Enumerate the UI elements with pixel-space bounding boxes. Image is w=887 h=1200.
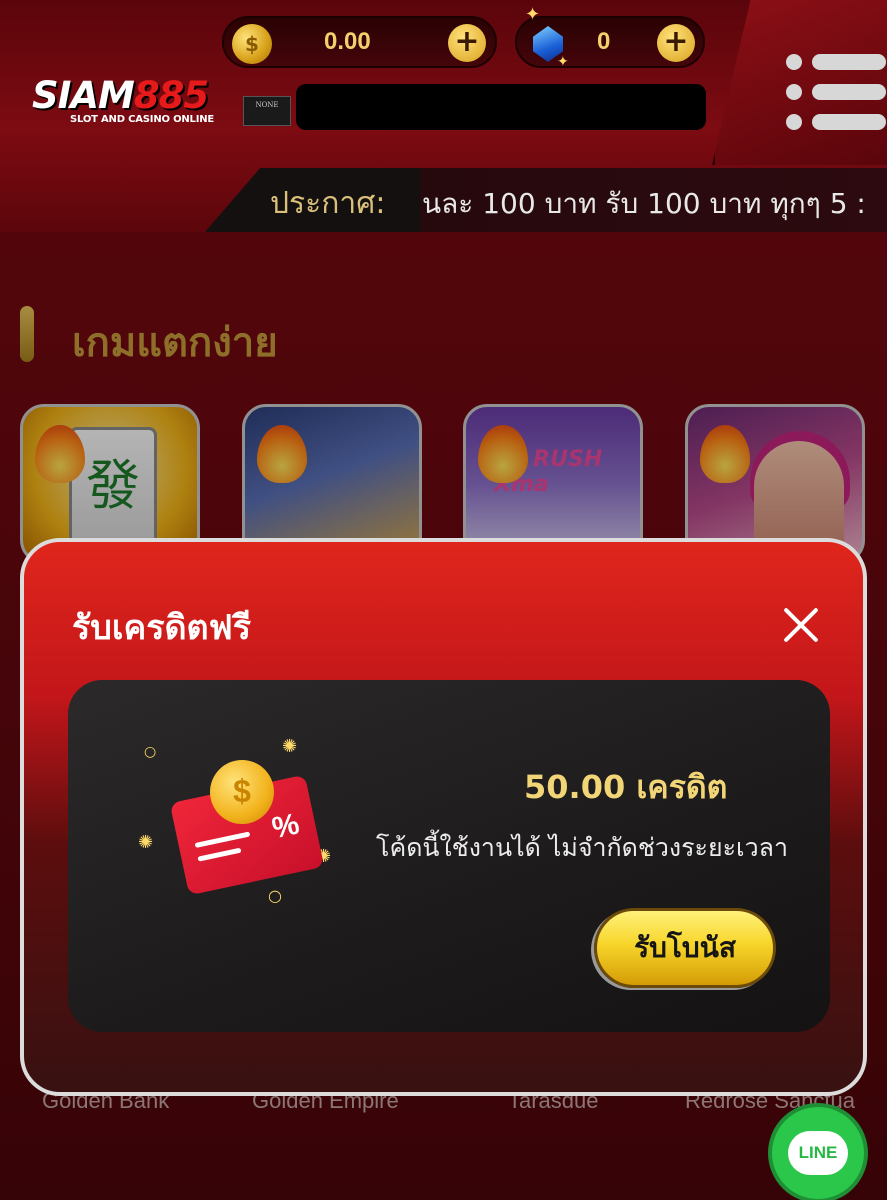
username-bar [296, 84, 706, 130]
voucher-illustration: ○ ✺ ✺ ✺ ○ % $ [138, 736, 348, 926]
announcement-text: นละ 100 บาท รับ 100 บาท ทุกๆ 5 : [422, 187, 866, 220]
announcement-bar: ประกาศ: นละ 100 บาท รับ 100 บาท ทุกๆ 5 : [0, 168, 887, 232]
gem-balance-pill: ✦ ✦ 0 + [515, 4, 705, 70]
line-chat-button[interactable]: LINE [768, 1103, 868, 1200]
gem-balance-value: 0 [597, 28, 611, 55]
coin-balance-pill: $ 0.00 + [222, 16, 497, 68]
coin-balance-value: 0.00 [324, 28, 371, 55]
top-header: SIAM885 SLOT AND CASINO ONLINE $ 0.00 + … [0, 0, 887, 232]
gem-plus-button[interactable]: + [657, 24, 695, 62]
sparkle-icon: ✦ [525, 4, 541, 25]
claim-bonus-button[interactable]: รับโบนัส [594, 908, 776, 988]
level-badge: NONE [243, 96, 291, 126]
free-credit-modal: รับเครดิตฟรี ○ ✺ ✺ ✺ ○ % $ 50.00 เครดิต … [20, 538, 867, 1096]
bonus-card: ○ ✺ ✺ ✺ ○ % $ 50.00 เครดิต โค้ดนี้ใช้งาน… [68, 680, 830, 1032]
deposit-plus-button[interactable]: + [448, 24, 486, 62]
sparkle-icon: ✺ [282, 736, 298, 757]
menu-button[interactable] [786, 50, 886, 135]
sparkle-icon: ✺ [138, 832, 154, 853]
logo-wordmark: SIAM885 [32, 74, 209, 117]
announcement-marquee: นละ 100 บาท รับ 100 บาท ทุกๆ 5 : [420, 168, 887, 232]
close-icon[interactable] [780, 604, 822, 646]
sparkle-icon: ○ [268, 886, 282, 905]
line-icon: LINE [788, 1131, 848, 1175]
modal-title: รับเครดิตฟรี [72, 608, 251, 648]
sparkle-icon: ✦ [557, 54, 569, 70]
brand-logo[interactable]: SIAM885 SLOT AND CASINO ONLINE [32, 76, 222, 134]
coin-icon: $ [232, 24, 272, 64]
logo-tagline: SLOT AND CASINO ONLINE [70, 114, 215, 125]
coin-icon: $ [210, 760, 274, 824]
sparkle-icon: ○ [144, 744, 157, 760]
bonus-description: โค้ดนี้ใช้งานได้ ไม่จำกัดช่วงระยะเวลา [376, 833, 788, 862]
announcement-label: ประกาศ: [270, 186, 386, 221]
bonus-amount: 50.00 เครดิต [524, 768, 728, 806]
